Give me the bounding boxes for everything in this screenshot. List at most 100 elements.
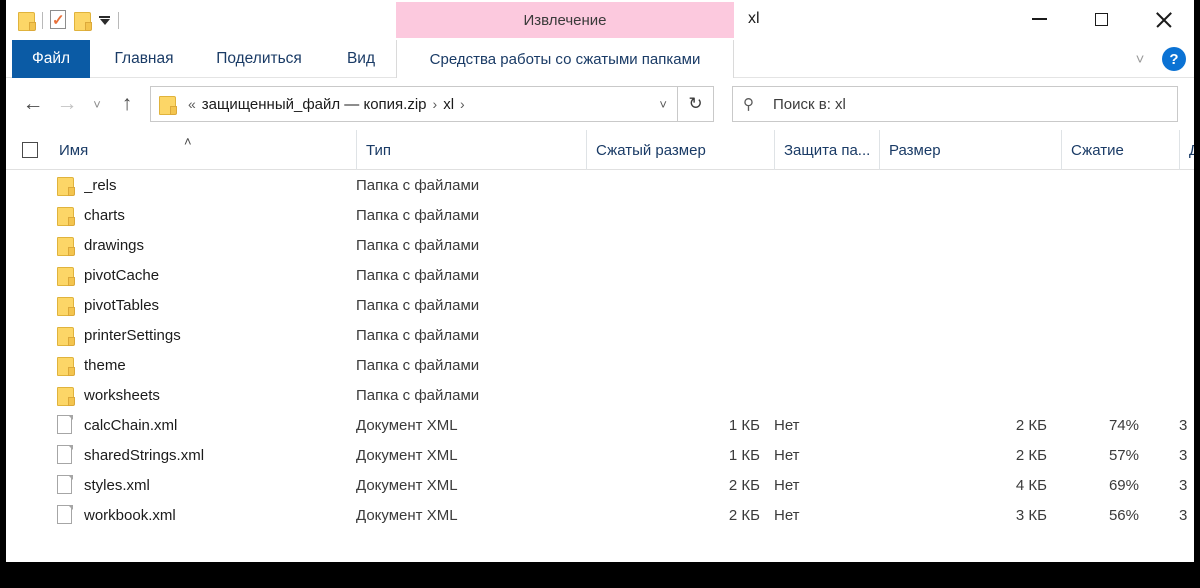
cell-size (879, 200, 1061, 230)
table-row[interactable]: drawings Папка с файлами (6, 230, 1194, 260)
table-row[interactable]: sharedStrings.xml Документ XML 1 КБ Нет 2 КБ… (6, 440, 1194, 470)
cell-name: charts (84, 206, 125, 224)
tab-compressed-folder-tools[interactable]: Средства работы со сжатыми папками (396, 40, 734, 78)
table-row[interactable]: workbook.xml Документ XML 2 КБ Нет 3 КБ 56% 3 (6, 500, 1194, 530)
folder-icon (57, 236, 75, 256)
table-row[interactable]: styles.xml Документ XML 2 КБ Нет 4 КБ 69% 3 (6, 470, 1194, 500)
cell-size: 2 КБ (1015, 416, 1047, 434)
cell-type: Документ XML (356, 506, 458, 524)
breadcrumb-item-zip[interactable]: защищенный_файл — копия.zip (202, 96, 427, 113)
contextual-tab-extract[interactable]: Извлечение (396, 2, 734, 38)
search-input[interactable]: ⚲ Поиск в: xl (732, 86, 1178, 122)
help-button[interactable]: ? (1162, 47, 1186, 71)
table-row[interactable]: pivotCache Папка с файлами (6, 260, 1194, 290)
column-header-packed[interactable]: Сжатый размер (586, 130, 774, 170)
cell-protected (774, 380, 879, 410)
cell-size: 2 КБ (1015, 446, 1047, 464)
folder-icon (57, 206, 75, 226)
tab-file[interactable]: Файл (12, 40, 90, 78)
cell-name: drawings (84, 236, 145, 254)
column-header-protected[interactable]: Защита па... (774, 130, 879, 170)
cell-packed: 1 КБ (728, 416, 760, 434)
cell-packed (586, 200, 774, 230)
chevron-down-icon[interactable]: ˅ (659, 97, 671, 112)
cell-date (1179, 380, 1194, 410)
column-header-name[interactable]: Имя (50, 130, 356, 170)
refresh-icon[interactable]: ↻ (678, 86, 714, 122)
cell-date: 3 (1179, 476, 1188, 494)
close-button[interactable] (1132, 0, 1194, 38)
cell-packed: 2 КБ (728, 476, 760, 494)
cell-packed (586, 260, 774, 290)
cell-date: 3 (1179, 446, 1188, 464)
maximize-button[interactable] (1070, 0, 1132, 38)
title-bar: ✓ Извлечение xl (6, 0, 1194, 40)
screenshot-root: ✓ Извлечение xl Файл Главная Поделиться … (0, 0, 1200, 588)
cell-date: 3 (1179, 506, 1188, 524)
xml-file-icon (57, 445, 73, 464)
breadcrumb-separator-2[interactable]: › (454, 96, 471, 112)
table-row[interactable]: calcChain.xml Документ XML 1 КБ Нет 2 КБ 74% 3 (6, 410, 1194, 440)
cell-packed (586, 230, 774, 260)
cell-packed: 1 КБ (728, 446, 760, 464)
cell-type: Папка с файлами (356, 386, 480, 404)
cell-name: pivotTables (84, 296, 160, 314)
column-headers: ˄ Имя Тип Сжатый размер Защита па... Раз… (6, 130, 1194, 170)
cell-name: styles.xml (84, 476, 150, 494)
folder-icon (57, 296, 75, 316)
new-folder-icon[interactable] (74, 11, 92, 31)
cell-ratio (1061, 230, 1179, 260)
cell-ratio: 56% (1108, 506, 1139, 524)
column-header-ratio[interactable]: Сжатие (1061, 130, 1179, 170)
folder-icon (57, 266, 75, 286)
table-row[interactable]: pivotTables Папка с файлами (6, 290, 1194, 320)
minimize-button[interactable] (1008, 0, 1070, 38)
table-row[interactable]: printerSettings Папка с файлами (6, 320, 1194, 350)
tab-home[interactable]: Главная (98, 40, 190, 78)
recent-locations-chevron-icon[interactable]: ˅ (84, 87, 110, 121)
column-header-date[interactable]: Д (1179, 130, 1194, 170)
cell-name: workbook.xml (84, 506, 176, 524)
back-arrow-icon[interactable]: ← (16, 87, 50, 121)
cell-type: Папка с файлами (356, 296, 480, 314)
address-bar: ← → ˅ ↑ « защищенный_файл — копия.zip › … (6, 78, 1194, 130)
cell-date (1179, 170, 1194, 200)
cell-ratio: 74% (1108, 416, 1139, 434)
tab-share[interactable]: Поделиться (192, 40, 326, 78)
cell-protected: Нет (774, 446, 800, 464)
cell-name: calcChain.xml (84, 416, 178, 434)
column-header-type[interactable]: Тип (356, 130, 586, 170)
table-row[interactable]: theme Папка с файлами (6, 350, 1194, 380)
cell-ratio (1061, 380, 1179, 410)
cell-ratio: 57% (1108, 446, 1139, 464)
tab-view[interactable]: Вид (330, 40, 392, 78)
customize-qat-dropdown-icon[interactable] (98, 15, 111, 25)
breadcrumb-overflow[interactable]: « (182, 96, 202, 112)
cell-ratio: 69% (1108, 476, 1139, 494)
cell-type: Документ XML (356, 446, 458, 464)
cell-packed (586, 290, 774, 320)
folder-icon (57, 356, 75, 376)
contextual-tab-label: Извлечение (523, 11, 607, 29)
select-all-checkbox[interactable] (22, 142, 38, 158)
table-row[interactable]: worksheets Папка с файлами (6, 380, 1194, 410)
cell-ratio (1061, 200, 1179, 230)
breadcrumb-folder-icon (159, 95, 177, 115)
up-arrow-icon[interactable]: ↑ (110, 87, 144, 121)
cell-ratio (1061, 350, 1179, 380)
qat-separator-1 (42, 11, 43, 29)
breadcrumb[interactable]: « защищенный_файл — копия.zip › xl › ˅ (150, 86, 678, 122)
chevron-down-icon[interactable]: ˅ (1130, 51, 1150, 68)
table-row[interactable]: charts Папка с файлами (6, 200, 1194, 230)
folder-icon[interactable] (18, 11, 36, 31)
column-header-size[interactable]: Размер (879, 130, 1061, 170)
document-check-icon[interactable]: ✓ (50, 10, 67, 30)
table-row[interactable]: _rels Папка с файлами (6, 170, 1194, 200)
cell-type: Документ XML (356, 416, 458, 434)
cell-name: _rels (84, 176, 117, 194)
forward-arrow-icon[interactable]: → (50, 87, 84, 121)
breadcrumb-item-xl[interactable]: xl (443, 96, 454, 113)
xml-file-icon (57, 475, 73, 494)
cell-type: Папка с файлами (356, 206, 480, 224)
cell-type: Папка с файлами (356, 326, 480, 344)
